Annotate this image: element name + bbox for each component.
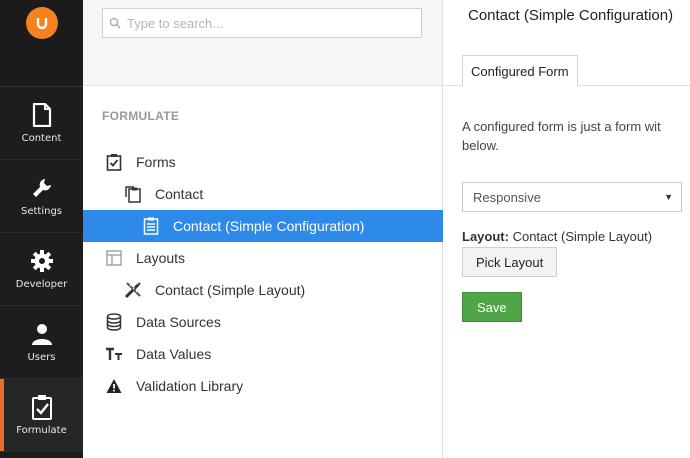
warning-icon — [105, 377, 123, 395]
form-list-icon — [142, 217, 160, 235]
clipboard-copy-icon — [124, 185, 142, 203]
nav-item-label: Users — [27, 352, 56, 363]
gear-icon — [29, 248, 55, 274]
nav-item-developer[interactable]: Developer — [0, 233, 83, 306]
template-select[interactable]: Responsive ▼ — [462, 182, 682, 212]
layout-value: Contact (Simple Layout) — [512, 229, 653, 244]
text-size-icon — [105, 345, 123, 363]
tree-item-label: Layouts — [136, 250, 186, 266]
tree-item-label: Validation Library — [136, 378, 244, 394]
nav-item-settings[interactable]: Settings — [0, 160, 83, 233]
logo-area — [0, 0, 83, 87]
description-text: A configured form is just a form wit bel… — [462, 117, 690, 155]
tree-item-label: Contact (Simple Configuration) — [173, 218, 365, 234]
editor-header: Contact (Simple Configuration) Configure… — [443, 0, 690, 87]
tree-item-data-values[interactable]: Data Values — [83, 338, 443, 370]
clipboard-check-icon — [29, 394, 55, 420]
tree-item-data-sources[interactable]: Data Sources — [83, 306, 443, 338]
document-icon — [29, 102, 55, 128]
tree-item-contact-simple-configuration[interactable]: Contact (Simple Configuration) — [83, 210, 443, 242]
layout-icon — [105, 249, 123, 267]
page-title: Contact (Simple Configuration) — [468, 7, 674, 24]
user-icon — [29, 321, 55, 347]
tree-panel: FORMULATE Forms Contact Contact (Simple … — [83, 0, 443, 458]
tree-section-title: FORMULATE — [102, 109, 180, 123]
tree-item-contact-form[interactable]: Contact — [83, 178, 443, 210]
nav-item-content[interactable]: Content — [0, 87, 83, 160]
nav-item-users[interactable]: Users — [0, 306, 83, 379]
tree-item-label: Contact (Simple Layout) — [155, 282, 306, 298]
tree-item-label: Forms — [136, 154, 176, 170]
description-line: below. — [462, 138, 499, 153]
layout-info: Layout: Contact (Simple Layout) — [462, 229, 652, 244]
umbraco-logo-icon[interactable] — [25, 7, 58, 39]
nav-item-label: Content — [21, 133, 62, 144]
nav-item-label: Settings — [20, 206, 62, 217]
tree-item-label: Contact — [155, 186, 204, 202]
chevron-down-icon: ▼ — [664, 192, 673, 202]
editor-panel: Contact (Simple Configuration) Configure… — [443, 0, 690, 458]
tree-item-forms[interactable]: Forms — [83, 146, 443, 178]
search-box[interactable] — [102, 8, 422, 38]
main-navigation: Content Settings Developer Users Formula… — [0, 0, 83, 458]
template-select-value: Responsive — [473, 189, 541, 205]
save-button[interactable]: Save — [462, 292, 522, 322]
nav-item-formulate[interactable]: Formulate — [0, 379, 83, 452]
nav-item-label: Developer — [15, 279, 68, 290]
clipboard-check-icon — [105, 153, 123, 171]
pencil-ruler-icon — [124, 281, 142, 299]
description-line: A configured form is just a form wit — [462, 119, 661, 134]
tree-item-contact-simple-layout[interactable]: Contact (Simple Layout) — [83, 274, 443, 306]
tree-item-validation-library[interactable]: Validation Library — [83, 370, 443, 402]
nav-item-label: Formulate — [16, 425, 67, 436]
wrench-icon — [29, 175, 55, 201]
tree-header — [83, 0, 442, 86]
search-icon — [109, 14, 121, 33]
pick-layout-button[interactable]: Pick Layout — [462, 247, 558, 277]
layout-label: Layout: — [462, 229, 509, 244]
search-input[interactable] — [127, 15, 407, 31]
tree-item-label: Data Sources — [136, 314, 221, 330]
database-icon — [105, 313, 123, 331]
tree-list: Forms Contact Contact (Simple Configurat… — [83, 146, 443, 402]
tree-item-label: Data Values — [136, 346, 212, 362]
tab-configured-form[interactable]: Configured Form — [462, 55, 578, 87]
tree-item-layouts[interactable]: Layouts — [83, 242, 443, 274]
